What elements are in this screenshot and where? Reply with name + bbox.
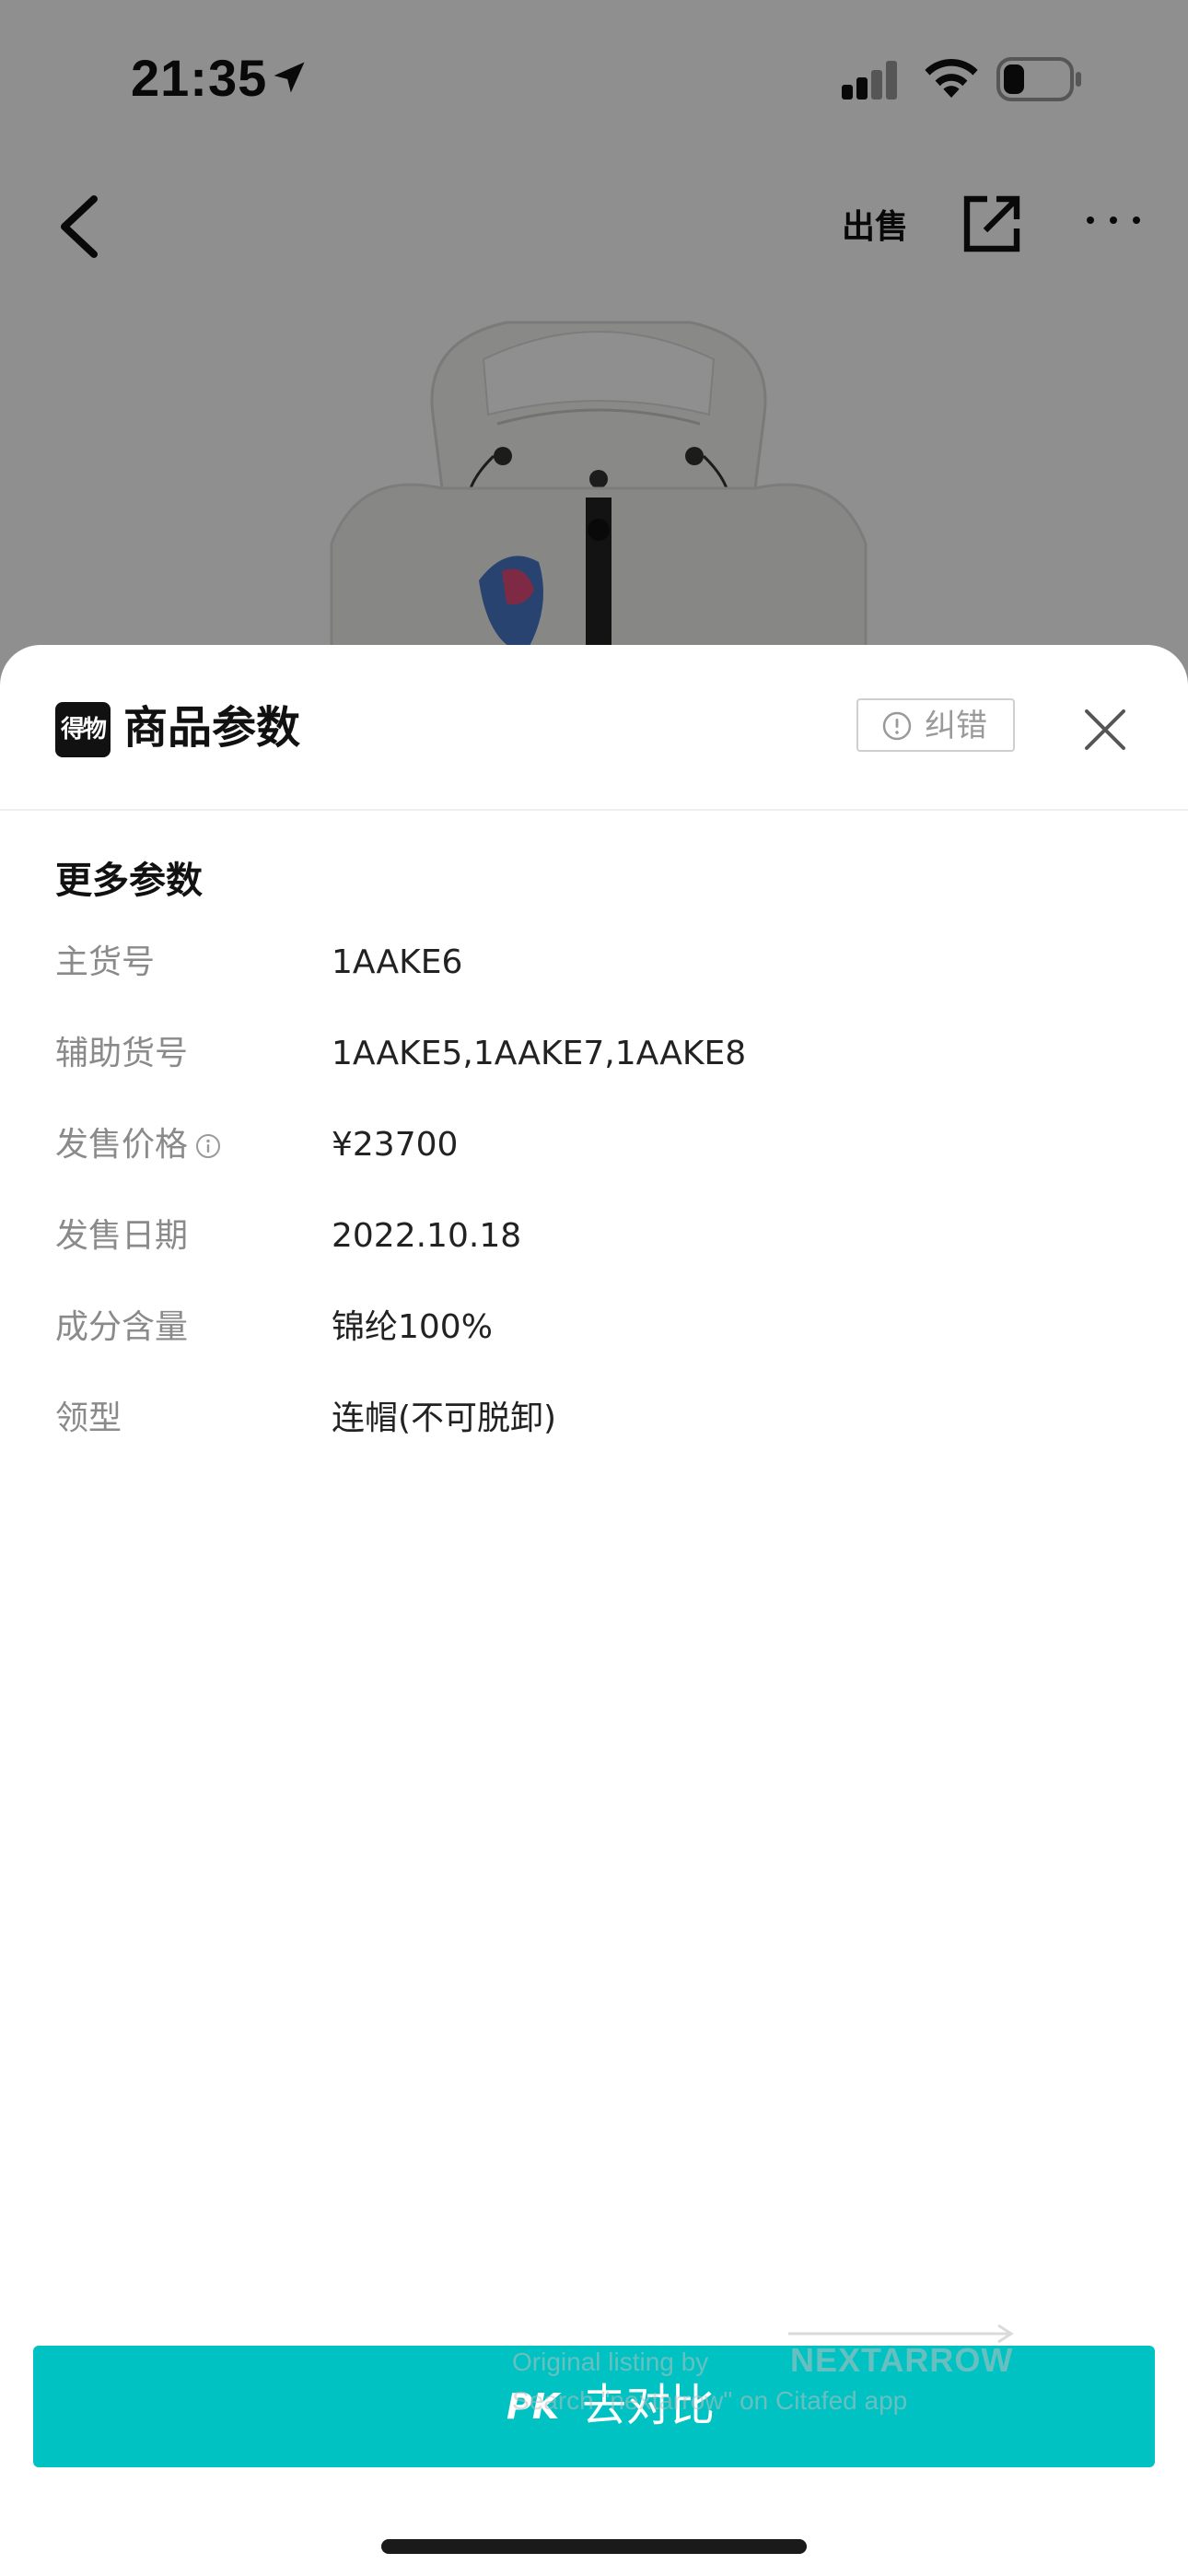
param-value: 锦纶100% bbox=[332, 1308, 493, 1346]
param-label: 成分含量 bbox=[55, 1308, 189, 1346]
param-row: 主货号 1AAKE6 bbox=[55, 940, 1133, 1031]
param-row: 领型 连帽(不可脱卸) bbox=[55, 1396, 1133, 1487]
sheet-title: 商品参数 bbox=[123, 702, 301, 754]
params-list: 主货号 1AAKE6 辅助货号 1AAKE5,1AAKE7,1AAKE8 发售价… bbox=[55, 940, 1133, 1487]
param-label: 主货号 bbox=[55, 943, 156, 981]
param-label: 发售价格 bbox=[55, 1126, 189, 1164]
product-params-sheet: 得物 商品参数 纠错 更多参数 主货号 1AAKE6 辅助货号 1AAKE5,1… bbox=[0, 645, 1188, 2576]
product-detail-background: 21:35 出售 bbox=[0, 0, 1188, 700]
param-value: 1AAKE5,1AAKE7,1AAKE8 bbox=[332, 1035, 747, 1072]
alert-circle-icon bbox=[882, 711, 912, 741]
watermark-brand: NEXTARROW bbox=[790, 2341, 1014, 2379]
report-error-button[interactable]: 纠错 bbox=[856, 698, 1015, 752]
sheet-header: 得物 商品参数 纠错 bbox=[0, 645, 1188, 811]
home-indicator bbox=[381, 2539, 807, 2554]
watermark-line2: Search "nextarrow" on Citafed app bbox=[512, 2386, 908, 2415]
param-label: 发售日期 bbox=[55, 1217, 189, 1255]
watermark: Original listing by NEXTARROW Search "ne… bbox=[512, 2324, 1028, 2434]
param-row: 发售日期 2022.10.18 bbox=[55, 1213, 1133, 1305]
section-title-more-params: 更多参数 bbox=[55, 860, 203, 902]
dewu-logo: 得物 bbox=[55, 702, 111, 757]
param-row: 成分含量 锦纶100% bbox=[55, 1305, 1133, 1396]
param-value: ¥23700 bbox=[332, 1126, 459, 1164]
param-value: 1AAKE6 bbox=[332, 943, 463, 981]
param-label: 领型 bbox=[55, 1399, 122, 1437]
param-row: 发售价格 ¥23700 bbox=[55, 1122, 1133, 1213]
param-value: 连帽(不可脱卸) bbox=[332, 1399, 557, 1437]
param-label: 辅助货号 bbox=[55, 1035, 189, 1072]
background-dim-overlay[interactable] bbox=[0, 0, 1188, 700]
param-row: 辅助货号 1AAKE5,1AAKE7,1AAKE8 bbox=[55, 1031, 1133, 1122]
watermark-line1: Original listing by bbox=[512, 2348, 709, 2376]
info-icon[interactable] bbox=[195, 1133, 221, 1159]
report-error-label: 纠错 bbox=[925, 708, 987, 744]
param-value: 2022.10.18 bbox=[332, 1217, 522, 1255]
close-icon[interactable] bbox=[1083, 708, 1127, 752]
